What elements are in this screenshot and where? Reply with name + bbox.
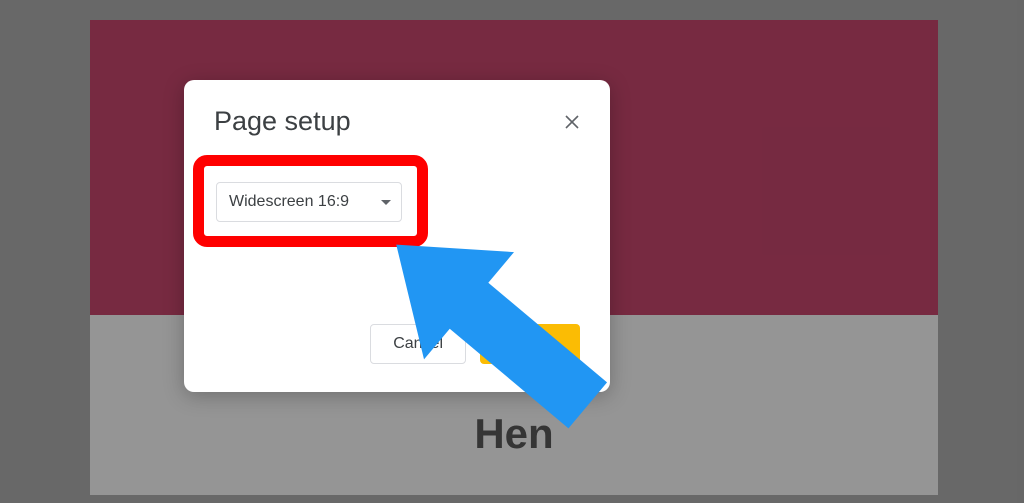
dropdown-selected-label: Widescreen 16:9 <box>229 193 349 211</box>
chevron-down-icon <box>381 200 391 205</box>
slide-body-text: Hen <box>474 410 553 458</box>
close-icon <box>564 114 580 130</box>
cancel-button-label: Cancel <box>393 335 443 353</box>
cancel-button[interactable]: Cancel <box>370 324 466 364</box>
close-button[interactable] <box>558 108 586 136</box>
page-setup-dialog: Page setup Cancel Apply <box>184 80 610 392</box>
aspect-ratio-dropdown[interactable]: Widescreen 16:9 <box>216 182 402 222</box>
apply-button-label: Apply <box>510 335 550 353</box>
dialog-title: Page setup <box>214 106 351 137</box>
apply-button[interactable]: Apply <box>480 324 580 364</box>
